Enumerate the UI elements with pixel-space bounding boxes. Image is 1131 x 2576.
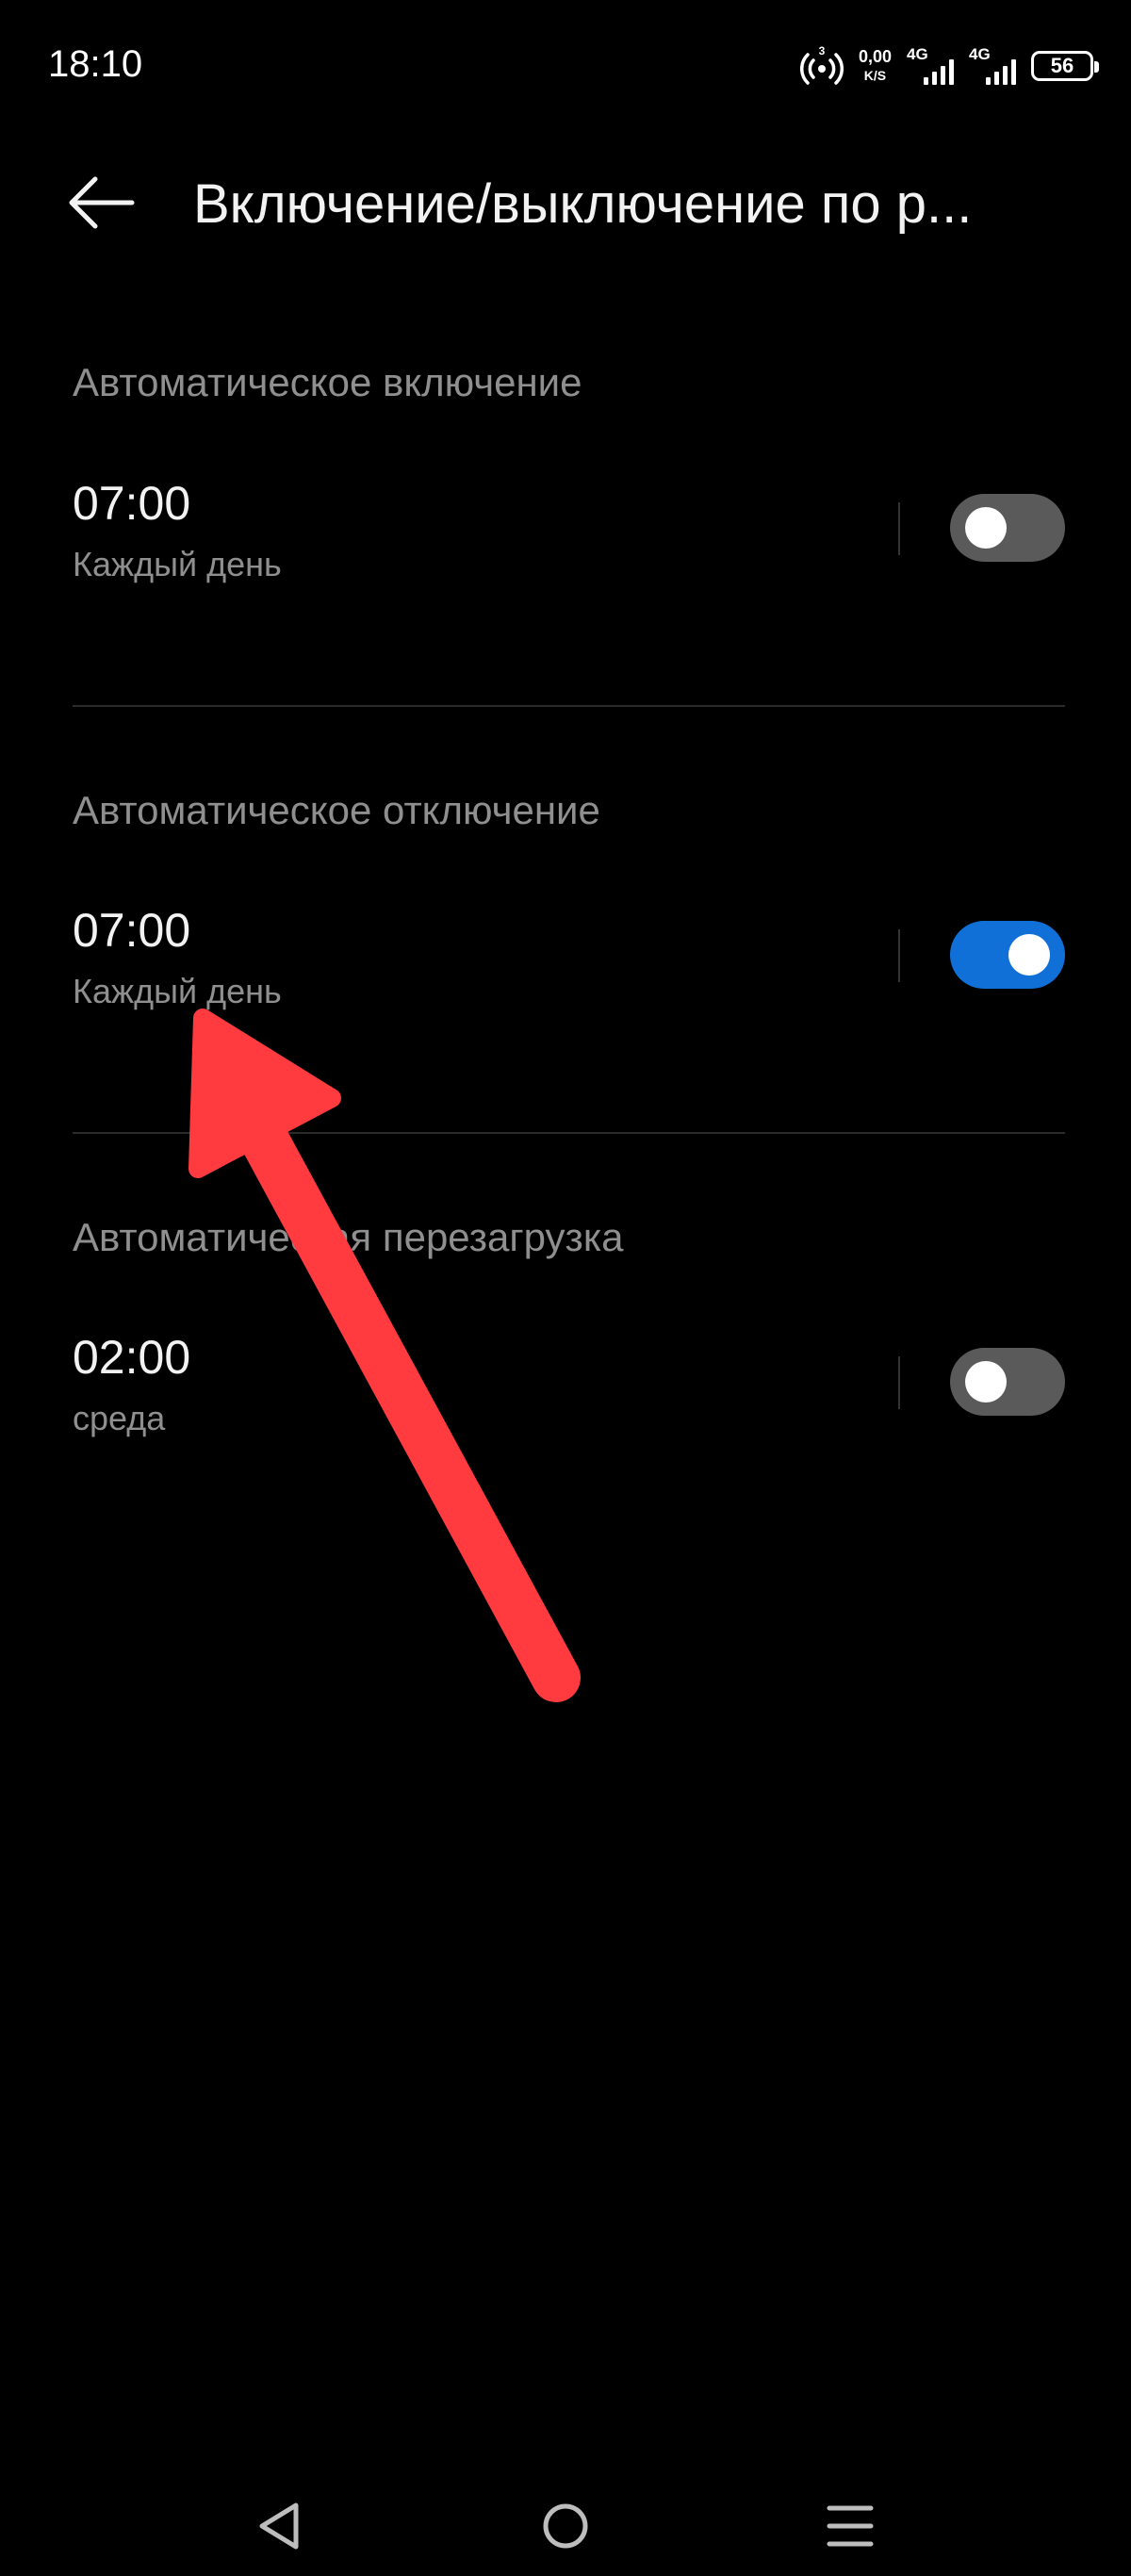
network-speed: 0,00 K/S — [859, 47, 892, 85]
hotspot-icon: 3 — [799, 44, 844, 88]
row-separator — [898, 929, 900, 982]
toggle-auto-restart[interactable] — [950, 1348, 1065, 1416]
battery-level: 56 — [1050, 54, 1074, 77]
network-speed-unit: K/S — [863, 68, 887, 83]
nav-menu-icon[interactable] — [812, 2488, 888, 2564]
status-bar: 18:10 3 0,00 K/S 4G 4G 56 — [0, 0, 1131, 137]
status-icons: 3 0,00 K/S 4G 4G 56 — [799, 41, 1099, 90]
section-divider — [73, 1132, 1065, 1134]
page-title: Включение/выключение по р... — [193, 173, 973, 235]
system-navigation-bar — [0, 2460, 1131, 2573]
back-arrow-icon[interactable] — [64, 170, 139, 236]
battery-icon: 56 — [1031, 51, 1099, 81]
section-title-auto-off: Автоматическое отключение — [73, 788, 600, 832]
toggle-auto-off[interactable] — [950, 921, 1065, 989]
row-separator — [898, 1356, 900, 1409]
sim2-signal-icon: 4G — [969, 43, 1016, 89]
section-title-auto-restart: Автоматическая перезагрузка — [73, 1215, 624, 1259]
schedule-time: 02:00 — [73, 1331, 191, 1384]
network-speed-value: 0,00 — [858, 47, 892, 66]
app-header: Включение/выключение по р... — [0, 151, 1131, 254]
hotspot-count: 3 — [819, 44, 826, 57]
schedule-repeat: среда — [73, 1399, 166, 1437]
schedule-repeat: Каждый день — [73, 545, 282, 583]
schedule-time: 07:00 — [73, 477, 191, 530]
status-time: 18:10 — [48, 43, 143, 85]
nav-home-icon[interactable] — [528, 2488, 603, 2564]
section-divider — [73, 705, 1065, 707]
section-title-auto-on: Автоматическое включение — [73, 360, 582, 404]
toggle-auto-on[interactable] — [950, 494, 1065, 562]
nav-back-icon[interactable] — [241, 2488, 317, 2564]
row-separator — [898, 502, 900, 555]
schedule-repeat: Каждый день — [73, 972, 282, 1010]
schedule-time: 07:00 — [73, 904, 191, 957]
sim1-signal-icon: 4G — [907, 43, 954, 89]
